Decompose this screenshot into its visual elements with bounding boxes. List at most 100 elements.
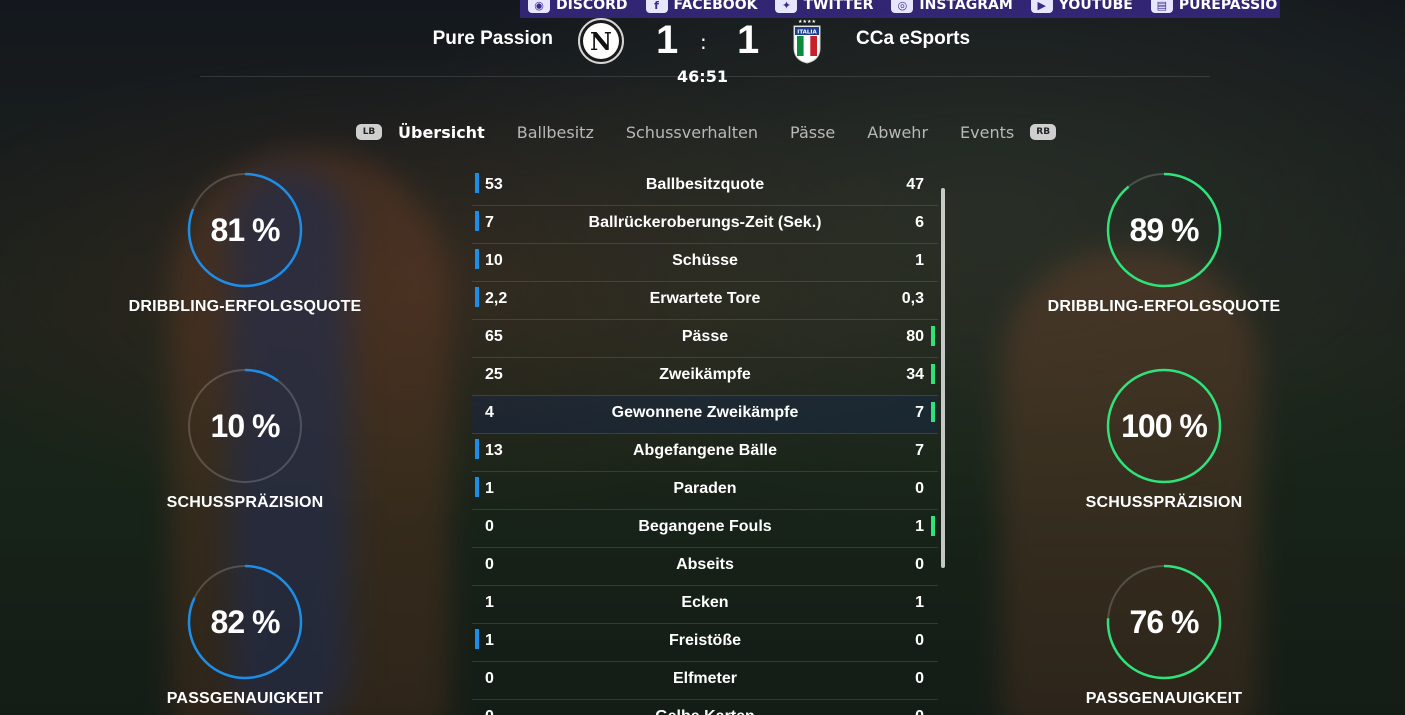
social-label: FACEBOOK xyxy=(673,0,758,13)
stat-label: Erwartete Tore xyxy=(649,290,761,307)
stat-label: Pässe xyxy=(681,328,729,345)
stat-row[interactable]: 1 Ecken 1 xyxy=(472,586,938,624)
tab-1[interactable]: Übersicht xyxy=(398,123,485,142)
away-score: 1 xyxy=(737,18,760,62)
stat-row[interactable]: 25 Zweikämpfe 34 xyxy=(472,358,938,396)
home-stat-ring-3: 82 % PASSGENAUIGKEIT xyxy=(125,562,365,708)
social-label: INSTAGRAM xyxy=(919,0,1013,13)
stat-away-value: 0 xyxy=(915,556,924,573)
home-ring-label: DRIBBLING-ERFOLGSQUOTE xyxy=(128,298,362,315)
stat-away-value: 80 xyxy=(906,328,924,345)
home-ring-value: 82 % xyxy=(210,603,281,640)
header-divider xyxy=(200,76,1210,77)
facebook-icon: f xyxy=(645,0,668,13)
twitch-icon: ▤ xyxy=(1150,0,1173,13)
home-stat-ring-1: 81 % DRIBBLING-ERFOLGSQUOTE xyxy=(125,170,365,316)
stat-away-value: 7 xyxy=(915,404,924,421)
stat-away-value: 1 xyxy=(915,594,924,611)
away-ring-label: PASSGENAUIGKEIT xyxy=(1085,690,1243,707)
stat-away-value: 7 xyxy=(915,442,924,459)
tab-4[interactable]: Pässe xyxy=(790,123,835,142)
away-ring-value: 89 % xyxy=(1129,211,1200,248)
lb-bumper-icon[interactable]: LB xyxy=(356,124,382,140)
stat-label: Ballrückeroberungs-Zeit (Sek.) xyxy=(588,214,822,231)
stat-row[interactable]: 0 Elfmeter 0 xyxy=(472,662,938,700)
stat-label: Paraden xyxy=(673,480,737,497)
stat-away-value: 0 xyxy=(915,670,924,687)
discord-icon: ◉ xyxy=(528,0,550,13)
stat-away-value: 47 xyxy=(906,176,924,193)
instagram-icon: ◎ xyxy=(891,0,914,13)
stat-row[interactable]: 53 Ballbesitzquote 47 xyxy=(472,168,938,206)
stat-label: Ecken xyxy=(681,594,729,611)
stat-away-value: 0 xyxy=(915,708,924,715)
score-separator: : xyxy=(700,30,707,54)
social-label: DISCORD xyxy=(556,0,628,13)
social-label: YOUTUBE xyxy=(1058,0,1133,13)
stat-away-value: 1 xyxy=(915,518,924,535)
stat-label: Schüsse xyxy=(672,252,738,269)
away-ring-label: SCHUSSPRÄZISION xyxy=(1085,494,1243,511)
away-ring-label: DRIBBLING-ERFOLGSQUOTE xyxy=(1047,298,1281,315)
stats-tab-bar: LB Übersicht Ballbesitz Schussverhalten Päs… xyxy=(356,120,1057,144)
svg-text:★★★★: ★★★★ xyxy=(798,19,816,25)
away-ring-value: 76 % xyxy=(1129,603,1200,640)
stats-table: 53 Ballbesitzquote 47 7 Ballrückeroberungs-Z… xyxy=(472,168,938,715)
away-team-crest: ★★★★ ITALIA xyxy=(793,19,821,64)
stat-row[interactable]: 65 Pässe 80 xyxy=(472,320,938,358)
stat-row[interactable]: 0Gelbe Karten0 xyxy=(472,700,938,715)
youtube-icon: ▶ xyxy=(1030,0,1053,13)
tab-2[interactable]: Ballbesitz xyxy=(517,123,594,142)
home-stat-ring-2: 10 % SCHUSSPRÄZISION xyxy=(125,366,365,512)
social-link-youtube[interactable]: ▶ YOUTUBE xyxy=(1030,0,1133,13)
stat-row[interactable]: 0 Abseits 0 xyxy=(472,548,938,586)
stat-row[interactable]: 7 Ballrückeroberungs-Zeit (Sek.) 6 xyxy=(472,206,938,244)
home-ring-value: 81 % xyxy=(210,211,281,248)
stat-row[interactable]: 4 Gewonnene Zweikämpfe 7 xyxy=(472,396,938,434)
tab-3[interactable]: Schussverhalten xyxy=(626,123,758,142)
stat-label: Elfmeter xyxy=(672,670,738,687)
home-score: 1 xyxy=(656,18,679,62)
social-link-facebook[interactable]: f FACEBOOK xyxy=(645,0,758,13)
stat-row[interactable]: 10 Schüsse 1 xyxy=(472,244,938,282)
stat-label: Gelbe Karten xyxy=(472,708,938,715)
stat-away-value: 34 xyxy=(906,366,924,383)
stat-label: Begangene Fouls xyxy=(638,518,772,535)
stat-label: Abgefangene Bälle xyxy=(632,442,778,459)
away-team-name: CCa eSports xyxy=(856,28,971,49)
home-ring-value: 10 % xyxy=(210,407,281,444)
tab-5[interactable]: Abwehr xyxy=(867,123,928,142)
stat-away-value: 6 xyxy=(915,214,924,231)
stat-label: Gewonnene Zweikämpfe xyxy=(611,404,799,421)
social-label: TWITTER xyxy=(803,0,874,13)
away-stat-ring-1: 89 % DRIBBLING-ERFOLGSQUOTE xyxy=(1044,170,1284,316)
stat-row[interactable]: 0 Begangene Fouls 1 xyxy=(472,510,938,548)
twitter-icon: ✦ xyxy=(775,0,798,13)
stat-away-value: 1 xyxy=(915,252,924,269)
stat-row[interactable]: 13 Abgefangene Bälle 7 xyxy=(472,434,938,472)
stat-row[interactable]: 1 Paraden 0 xyxy=(472,472,938,510)
stat-row[interactable]: 1 Freistöße 0 xyxy=(472,624,938,662)
stat-label: Abseits xyxy=(676,556,734,573)
social-link-discord[interactable]: ◉ DISCORD xyxy=(528,0,628,13)
stat-away-value: 0 xyxy=(915,632,924,649)
social-label: PUREPASSIO xyxy=(1178,0,1278,13)
stat-away-value: 0 xyxy=(915,480,924,497)
away-ring-value: 100 % xyxy=(1121,407,1208,444)
home-team-crest: N xyxy=(578,18,624,64)
rb-bumper-icon[interactable]: RB xyxy=(1030,124,1057,140)
social-link-twitter[interactable]: ✦ TWITTER xyxy=(775,0,873,13)
stat-row[interactable]: 2,2 Erwartete Tore 0,3 xyxy=(472,282,938,320)
home-ring-label: SCHUSSPRÄZISION xyxy=(166,494,324,511)
social-link-twitch[interactable]: ▤ PUREPASSIO xyxy=(1150,0,1278,13)
home-team-name: Pure Passion xyxy=(432,28,553,49)
stat-label: Ballbesitzquote xyxy=(645,176,765,193)
home-ring-label: PASSGENAUIGKEIT xyxy=(166,690,324,707)
home-crest-letter: N xyxy=(583,23,619,59)
social-link-instagram[interactable]: ◎ INSTAGRAM xyxy=(891,0,1013,13)
stat-label: Freistöße xyxy=(668,632,741,649)
tab-6[interactable]: Events xyxy=(960,123,1014,142)
away-stat-ring-3: 76 % PASSGENAUIGKEIT xyxy=(1044,562,1284,708)
stat-away-value: 0,3 xyxy=(901,290,924,307)
stats-scrollbar[interactable] xyxy=(941,188,945,568)
